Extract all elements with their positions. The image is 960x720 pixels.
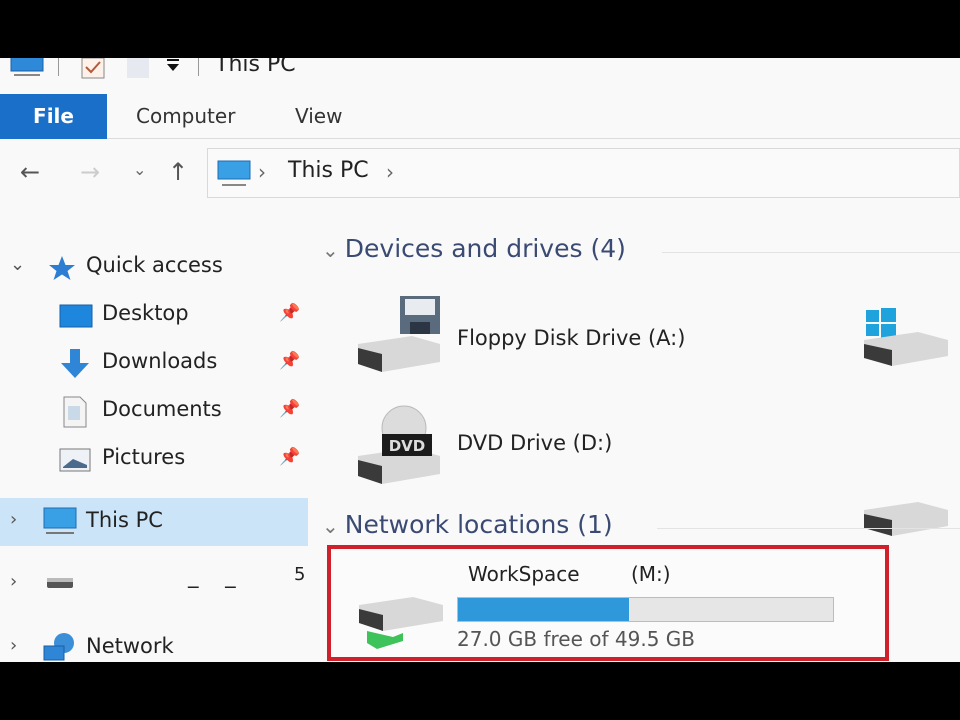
drive-name: WorkSpace xyxy=(468,562,580,586)
new-folder-icon[interactable] xyxy=(125,58,153,80)
customize-dropdown-icon[interactable] xyxy=(165,58,181,74)
drive-item-windows[interactable] xyxy=(862,308,952,378)
ribbon-tabs: File Computer View xyxy=(0,94,960,139)
drive-item-dvd[interactable]: DVD DVD Drive (D:) xyxy=(352,404,772,490)
group-header-devices[interactable]: ⌄ Devices and drives (4) xyxy=(322,234,626,263)
pin-icon[interactable]: 📌 xyxy=(279,351,300,371)
drive-letter: (M:) xyxy=(631,562,671,586)
sidebar-item-documents[interactable]: Documents 📌 xyxy=(0,389,308,433)
dvd-drive-icon: DVD xyxy=(358,405,440,484)
expand-chevron-icon[interactable]: › xyxy=(10,509,17,530)
group-header-network-locations[interactable]: ⌄ Network locations (1) xyxy=(322,510,613,539)
network-icon xyxy=(43,633,74,661)
sidebar-item-label: Quick access xyxy=(86,253,223,277)
network-drive-icon xyxy=(359,597,443,649)
drive-name: DVD Drive (D:) xyxy=(457,431,613,455)
collapse-chevron-icon[interactable]: ⌄ xyxy=(322,238,339,262)
sidebar-item-drive[interactable]: › _ _ 5 xyxy=(0,562,308,606)
sidebar-item-pictures[interactable]: Pictures 📌 xyxy=(0,437,308,481)
downloads-icon xyxy=(61,349,89,378)
group-divider xyxy=(657,528,960,529)
content-pane: ⌄ Devices and drives (4) Floppy Disk Driv… xyxy=(322,228,960,662)
windows-drive-icon xyxy=(864,308,948,366)
sidebar-item-desktop[interactable]: Desktop 📌 xyxy=(0,293,308,337)
documents-icon xyxy=(63,396,87,428)
sidebar-item-label: Network xyxy=(86,634,174,658)
window-title: This PC xyxy=(215,58,296,77)
sidebar-item-quick-access[interactable]: ⌄ Quick access xyxy=(0,245,308,289)
tab-computer[interactable]: Computer xyxy=(136,94,235,139)
pin-icon[interactable]: 📌 xyxy=(279,303,300,323)
address-segment-this-pc[interactable]: This PC xyxy=(288,158,369,183)
expand-chevron-icon[interactable]: › xyxy=(10,571,17,592)
sidebar-item-network[interactable]: › Network xyxy=(0,626,308,662)
sidebar-item-label: Pictures xyxy=(102,445,186,469)
tab-file[interactable]: File xyxy=(0,94,107,139)
pin-icon[interactable]: 📌 xyxy=(279,399,300,419)
storage-usage-bar xyxy=(457,597,834,622)
free-space-text: 27.0 GB free of 49.5 GB xyxy=(457,627,695,651)
pictures-icon xyxy=(59,448,91,472)
sidebar-item-label: This PC xyxy=(86,508,163,532)
drive-name: Floppy Disk Drive (A:) xyxy=(457,326,686,350)
up-button[interactable]: ↑ xyxy=(168,158,188,186)
sidebar-item-this-pc[interactable]: › This PC xyxy=(0,498,308,546)
title-bar: This PC xyxy=(0,58,960,94)
drive-item-hard-drive[interactable] xyxy=(862,500,952,550)
svg-text:DVD: DVD xyxy=(389,437,426,455)
sidebar-item-label: Documents xyxy=(102,397,222,421)
back-button[interactable]: ← xyxy=(20,158,40,186)
navigation-bar: ← → ⌄ ↑ › This PC › xyxy=(0,148,960,202)
address-chevron[interactable]: › xyxy=(258,160,266,184)
computer-icon[interactable] xyxy=(10,58,44,78)
toolbar-divider xyxy=(58,58,59,76)
group-title: Devices and drives (4) xyxy=(344,234,626,263)
sidebar-item-downloads[interactable]: Downloads 📌 xyxy=(0,341,308,385)
storage-usage-fill xyxy=(458,598,629,621)
this-pc-icon xyxy=(43,507,77,534)
navigation-pane: ⌄ Quick access Desktop 📌 Downloads 📌 Doc… xyxy=(0,238,308,662)
network-drive-workspace[interactable]: WorkSpace (M:) 27.0 GB free of 49.5 GB xyxy=(327,545,889,661)
this-pc-icon xyxy=(217,160,251,186)
address-chevron[interactable]: › xyxy=(386,160,394,184)
sidebar-item-label: Desktop xyxy=(102,301,189,325)
toolbar-divider xyxy=(198,58,199,76)
sidebar-item-suffix: 5 xyxy=(294,564,306,585)
forward-button[interactable]: → xyxy=(80,158,100,186)
floppy-drive-icon xyxy=(358,296,440,372)
pin-icon[interactable]: 📌 xyxy=(279,447,300,467)
drive-item-floppy[interactable]: Floppy Disk Drive (A:) xyxy=(352,296,772,378)
expand-chevron-icon[interactable]: ⌄ xyxy=(10,254,25,275)
address-bar[interactable]: › This PC › xyxy=(207,148,960,198)
drive-icon xyxy=(47,578,73,588)
properties-check-icon[interactable] xyxy=(80,58,106,80)
desktop-icon xyxy=(59,304,93,328)
group-title: Network locations (1) xyxy=(344,510,613,539)
tab-view[interactable]: View xyxy=(295,94,342,139)
hard-drive-icon xyxy=(864,502,948,536)
collapse-chevron-icon[interactable]: ⌄ xyxy=(322,514,339,538)
recent-locations-button[interactable]: ⌄ xyxy=(133,160,146,179)
sidebar-item-label: Downloads xyxy=(102,349,218,373)
file-explorer-window: This PC File Computer View ← → ⌄ ↑ › Thi… xyxy=(0,58,960,662)
sidebar-item-label: _ _ xyxy=(188,564,246,588)
star-icon xyxy=(49,256,75,280)
expand-chevron-icon[interactable]: › xyxy=(10,635,17,656)
group-divider xyxy=(662,252,960,253)
